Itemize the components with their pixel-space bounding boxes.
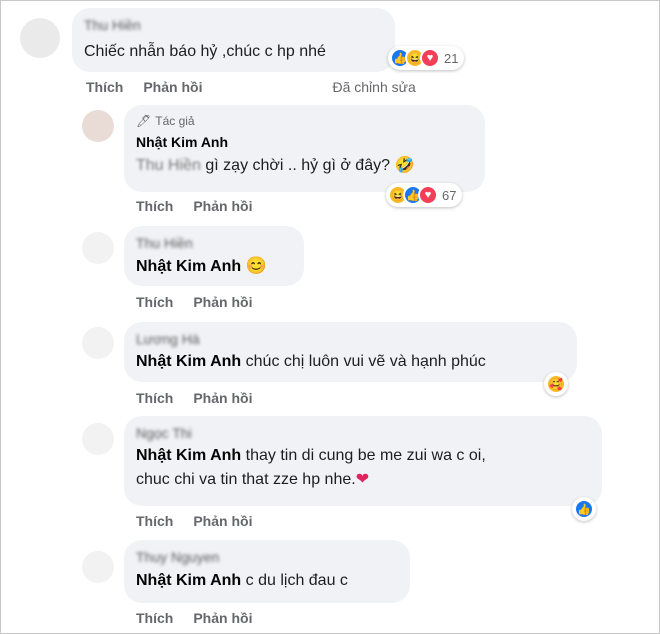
comment-actions: Thích Phản hồi Đã chỉnh sửa xyxy=(86,79,416,95)
reply-bubble: Lương Hà Nhật Kim Anh chúc chị luôn vui … xyxy=(124,322,577,382)
smile-emoji: 😊 xyxy=(245,256,267,275)
like-button[interactable]: Thích xyxy=(136,198,173,214)
pen-icon: 🖊 xyxy=(136,114,152,128)
reply-button[interactable]: Phản hồi xyxy=(193,610,252,626)
avatar[interactable] xyxy=(82,232,114,264)
reply-bubble: Thu Hiền Nhật Kim Anh 😊 xyxy=(124,226,304,286)
reply-text: Thu Hiền gì zạy chời .. hỷ gì ở đây? 🤣 xyxy=(136,154,473,178)
avatar[interactable] xyxy=(82,110,114,142)
comment-bubble: Thu Hiền Chiếc nhẫn báo hỷ ,chúc c hp nh… xyxy=(72,8,395,72)
reaction-summary[interactable]: 👍 xyxy=(572,497,596,521)
reply-text-body: chúc chị luôn vui vẽ và hạnh phúc xyxy=(245,353,486,370)
author-badge: 🖊 Tác giả xyxy=(136,113,473,129)
reply-author[interactable]: Ngọc Thi xyxy=(136,424,590,442)
love-reaction-icon: ♥ xyxy=(418,185,438,205)
comment-text: Chiếc nhẫn báo hỷ ,chúc c hp nhé xyxy=(84,43,326,60)
love-reaction-icon: ♥ xyxy=(420,48,440,68)
like-button[interactable]: Thích xyxy=(86,79,123,95)
mention[interactable]: Thu Hiền xyxy=(136,157,201,174)
reply-author[interactable]: Thu Hiền xyxy=(136,234,292,252)
like-button[interactable]: Thích xyxy=(136,610,173,626)
reaction-summary[interactable]: 😆 👍 ♥ 67 xyxy=(386,183,463,207)
mention[interactable]: Nhật Kim Anh xyxy=(136,353,241,370)
reaction-count: 21 xyxy=(444,50,459,66)
reply-text-line1: thay tin di cung be me zui wa c oi, xyxy=(245,447,486,464)
reply-bubble: Thuy Nguyen Nhật Kim Anh c du lịch đau c xyxy=(124,540,410,603)
avatar[interactable] xyxy=(82,327,114,359)
reply-bubble: Ngọc Thi Nhật Kim Anh thay tin di cung b… xyxy=(124,416,602,506)
edited-label: Đã chỉnh sửa xyxy=(332,79,416,95)
reaction-count: 67 xyxy=(442,187,457,203)
author-badge-label: Tác giả xyxy=(155,114,195,128)
mention[interactable]: Nhật Kim Anh xyxy=(136,572,241,589)
reply-actions: Thích Phản hồi xyxy=(136,198,252,214)
reaction-summary[interactable]: 🥰 xyxy=(544,372,568,396)
reply-text-line2: chuc chi va tin that zze hp nhe. xyxy=(136,471,356,488)
reaction-summary[interactable]: 👍 😆 ♥ 21 xyxy=(388,46,465,70)
screenshot-frame xyxy=(0,0,660,634)
reply-author[interactable]: Nhật Kim Anh xyxy=(136,133,473,151)
reply-button[interactable]: Phản hồi xyxy=(143,79,202,95)
like-button[interactable]: Thích xyxy=(136,390,173,406)
reply-text-body: gì zạy chời .. hỷ gì ở đây? 🤣 xyxy=(205,157,415,174)
comment-author[interactable]: Thu Hiền xyxy=(84,16,383,34)
reply-text: Nhật Kim Anh thay tin di cung be me zui … xyxy=(136,444,590,468)
reply-button[interactable]: Phản hồi xyxy=(193,513,252,529)
reply-bubble: 🖊 Tác giả Nhật Kim Anh Thu Hiền gì zạy c… xyxy=(124,105,485,192)
care-reaction-icon: 🥰 xyxy=(546,374,566,394)
reply-button[interactable]: Phản hồi xyxy=(193,294,252,310)
reply-actions: Thích Phản hồi xyxy=(136,390,252,406)
mention[interactable]: Nhật Kim Anh xyxy=(136,447,241,464)
like-reaction-icon: 👍 xyxy=(574,499,594,519)
reply-actions: Thích Phản hồi xyxy=(136,610,252,626)
like-button[interactable]: Thích xyxy=(136,294,173,310)
reply-author[interactable]: Lương Hà xyxy=(136,330,565,348)
avatar[interactable] xyxy=(82,551,114,583)
mention[interactable]: Nhật Kim Anh xyxy=(136,258,241,275)
reply-text: Nhật Kim Anh 😊 xyxy=(136,254,292,279)
reply-text: chuc chi va tin that zze hp nhe.❤ xyxy=(136,468,590,492)
reply-actions: Thích Phản hồi xyxy=(136,294,252,310)
reply-button[interactable]: Phản hồi xyxy=(193,390,252,406)
like-button[interactable]: Thích xyxy=(136,513,173,529)
reply-button[interactable]: Phản hồi xyxy=(193,198,252,214)
reply-actions: Thích Phản hồi xyxy=(136,513,252,529)
reply-text: Nhật Kim Anh c du lịch đau c xyxy=(136,569,398,593)
reply-author[interactable]: Thuy Nguyen xyxy=(136,548,398,566)
reply-text-body: c du lịch đau c xyxy=(245,572,348,589)
heart-icon: ❤ xyxy=(355,471,370,488)
avatar[interactable] xyxy=(82,423,114,455)
avatar[interactable] xyxy=(20,18,60,58)
reply-text: Nhật Kim Anh chúc chị luôn vui vẽ và hạn… xyxy=(136,350,565,374)
